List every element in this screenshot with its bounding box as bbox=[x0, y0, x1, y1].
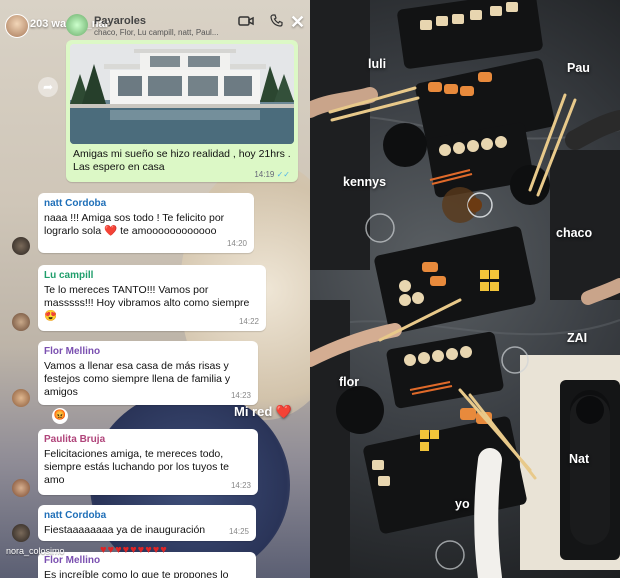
message-author: natt Cordoba bbox=[44, 510, 107, 521]
message-text: Fiestaaaaaaaa ya de inauguración bbox=[44, 524, 206, 536]
message-time: 14:23 bbox=[230, 481, 251, 490]
group-name: Payaroles bbox=[94, 15, 146, 27]
message-bubble: Lu campill Te lo mereces TANTO!!! Vamos … bbox=[38, 265, 266, 331]
message-text: Te lo mereces TANTO!!! Vamos por masssss… bbox=[44, 284, 250, 322]
story-text-overlay: Mi red ❤️ bbox=[234, 404, 292, 420]
message-text: Felicitaciones amiga, te mereces todo, s… bbox=[44, 448, 230, 486]
message-text: Vamos a llenar esa casa de más risas y f… bbox=[44, 360, 231, 398]
message-time: 14:22 bbox=[238, 317, 259, 326]
tag-chaco: chaco bbox=[556, 226, 593, 240]
story-panel: 203 wanda_nar Payaroles chaco, Flor, Lu … bbox=[0, 0, 310, 578]
tag-zai: ZAI bbox=[567, 331, 588, 345]
tag-kennys: kennys bbox=[343, 175, 387, 189]
overlay-text: Mi red bbox=[234, 404, 273, 419]
phone-icon bbox=[270, 14, 283, 30]
tag-pau: Pau bbox=[567, 61, 590, 75]
message-time: 14:23 bbox=[230, 391, 251, 400]
story-count: 203 bbox=[30, 18, 49, 30]
message-time: 14:25 bbox=[228, 527, 249, 536]
tag-flor: flor bbox=[339, 375, 360, 389]
message-author: Lu campill bbox=[44, 270, 94, 281]
sender-avatar bbox=[12, 237, 30, 255]
message-author: Flor Mellino bbox=[44, 346, 101, 357]
message-bubble: Paulita Bruja Felicitaciones amiga, te m… bbox=[38, 429, 258, 495]
sent-message: Amigas mi sueño se hizo realidad , hoy 2… bbox=[66, 40, 298, 182]
forward-icon[interactable]: ➦ bbox=[38, 77, 58, 97]
message-bubble: natt Cordoba Fiestaaaaaaaa ya de inaugur… bbox=[38, 505, 256, 541]
dinner-photo: luli Pau kennys chaco ZAI flor Nat yo bbox=[310, 0, 620, 578]
video-call-icon bbox=[238, 14, 254, 30]
sender-avatar bbox=[12, 479, 30, 497]
house-photo bbox=[70, 44, 294, 144]
message-time: 14:20 bbox=[226, 239, 247, 248]
heart-emoji: ❤️ bbox=[275, 404, 293, 419]
group-members: chaco, Flor, Lu campill, natt, Paul... bbox=[94, 28, 219, 37]
message-bubble: Flor Mellino Vamos a llenar esa casa de … bbox=[38, 341, 258, 405]
story-avatar[interactable] bbox=[5, 14, 29, 38]
message-bubble: natt Cordoba naaa !!! Amiga sos todo ! T… bbox=[38, 193, 254, 253]
sender-avatar bbox=[12, 389, 30, 407]
viewer-name: nora_colosimo bbox=[6, 546, 65, 556]
tag-nat: Nat bbox=[569, 452, 590, 466]
message-text: Es increíble como lo que te propones lo bbox=[44, 569, 229, 578]
tag-luli: luli bbox=[368, 57, 387, 71]
viewer-hearts: ♥♥♥♥♥♥♥♥♥ bbox=[100, 544, 168, 556]
message-text: naaa !!! Amiga sos todo ! Te felicito po… bbox=[44, 212, 225, 237]
close-icon[interactable]: ✕ bbox=[290, 12, 305, 33]
group-avatar bbox=[66, 14, 88, 36]
time: 14:19 bbox=[254, 170, 275, 179]
read-receipt-icon: ✓✓ bbox=[276, 170, 290, 179]
message-author: natt Cordoba bbox=[44, 198, 107, 209]
reaction-emoji[interactable]: 😡 bbox=[52, 408, 68, 424]
dinner-table-art bbox=[310, 0, 620, 578]
tag-yo: yo bbox=[455, 497, 470, 511]
sent-message-time: 14:19 ✓✓ bbox=[254, 170, 290, 179]
sender-avatar bbox=[12, 524, 30, 542]
message-author: Paulita Bruja bbox=[44, 434, 106, 445]
sender-avatar bbox=[12, 313, 30, 331]
